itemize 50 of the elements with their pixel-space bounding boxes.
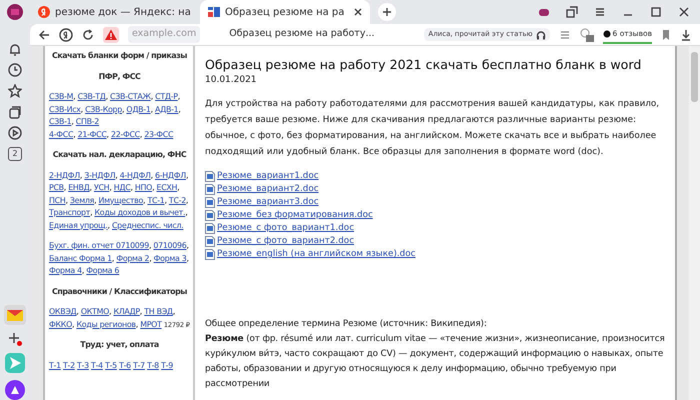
new-tab-button[interactable] xyxy=(378,3,396,21)
close-icon[interactable] xyxy=(678,6,690,18)
collections-icon[interactable] xyxy=(8,105,22,119)
reader-mode-icon[interactable] xyxy=(558,28,571,40)
assistant-icon[interactable] xyxy=(5,380,25,400)
file-link[interactable]: Резюме_с фото_вариант1.doc xyxy=(217,222,354,235)
document-icon xyxy=(205,223,215,234)
site-icon xyxy=(208,6,220,18)
tabs-icon[interactable] xyxy=(566,6,578,18)
document-icon xyxy=(205,236,215,247)
profile-avatar[interactable] xyxy=(7,4,23,20)
maximize-icon[interactable] xyxy=(650,6,662,18)
plus-icon xyxy=(383,8,391,16)
definition-paragraph: Резюме (от фр. résumé или лат. curriculum vitae — «течение жизни», жизнеописание, произносится кури́кулюм ви́тэ, часто сокращают до CV) — документ, содержащий информацию о навыках, опыте работы, образовании и другую относящуюся к делу информацию, обычно требуемую при рассмотрении xyxy=(205,333,666,391)
intro-paragraph: Для устройства на работу работодателями для рассмотрения вашей кандидатуры, как правило, требуется ваше резюме. Ниже для скачивания предлагаются различные варианты резюме: обычное, с фото, без форматирования, на английском. Можете скачать все и выбрать наиболее подходящий или удобный бланк. Все образцы для заполнения в формате word (doc). xyxy=(205,98,660,159)
file-link[interactable]: Резюме_вариант2.doc xyxy=(217,183,319,196)
page-title: Образец резюме на работу... xyxy=(229,27,375,42)
document-icon xyxy=(205,171,215,182)
browser-tab[interactable]: резюме док — Яндекс: на xyxy=(30,0,200,24)
document-icon xyxy=(205,249,215,260)
file-link[interactable]: Резюме_вариант3.doc xyxy=(217,196,319,209)
browser-logo-icon[interactable] xyxy=(59,28,73,42)
file-link[interactable]: Резюме_english (на английском языке).doc xyxy=(217,248,416,261)
play-icon[interactable] xyxy=(8,126,22,140)
extension-icon[interactable] xyxy=(538,6,550,18)
file-link[interactable]: Резюме_с фото_вариант2.doc xyxy=(217,235,354,248)
clock-icon[interactable] xyxy=(8,63,22,77)
mail-icon[interactable] xyxy=(4,305,26,325)
menu-icon[interactable] xyxy=(594,6,606,18)
document-icon xyxy=(205,184,215,195)
download-icon[interactable] xyxy=(680,28,692,40)
back-icon[interactable] xyxy=(38,28,50,40)
warning-icon[interactable] xyxy=(103,26,119,42)
document-icon xyxy=(205,210,215,221)
definition-heading: Общее определение термина Резюме (источник: Википедия): xyxy=(205,318,488,331)
search-engine-icon xyxy=(38,6,50,18)
star-icon[interactable] xyxy=(8,84,22,98)
plus-icon[interactable] xyxy=(8,332,22,346)
browser-tab[interactable]: Образец резюме на ра xyxy=(200,0,370,24)
reload-icon[interactable] xyxy=(82,28,94,40)
bell-icon[interactable] xyxy=(8,42,22,56)
article-title: Образец резюме на работу 2021 скачать бесплатно бланк в word xyxy=(205,56,642,74)
article-date: 10.01.2021 xyxy=(205,74,258,86)
document-icon xyxy=(205,197,215,208)
bookmark-icon[interactable] xyxy=(661,28,671,40)
close-icon[interactable] xyxy=(354,8,362,16)
file-link[interactable]: Резюме_вариант1.doc xyxy=(217,170,319,183)
counter-icon[interactable]: 2 xyxy=(8,147,22,161)
file-link[interactable]: Резюме_без форматирования.doc xyxy=(217,209,373,222)
headphones-icon xyxy=(536,30,546,40)
